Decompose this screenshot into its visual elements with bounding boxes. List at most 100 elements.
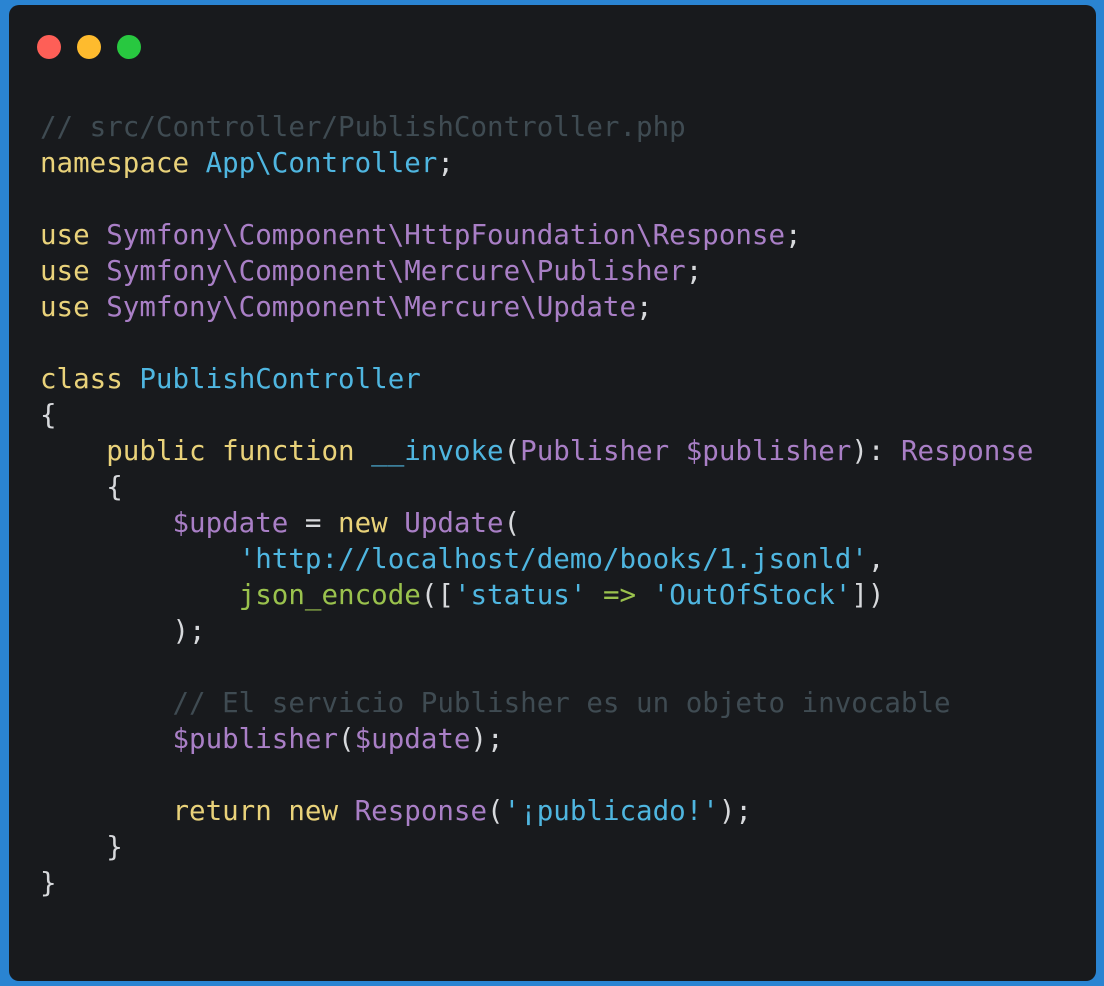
code-token: '¡publicado!' <box>503 795 719 827</box>
code-block: // src/Controller/PublishController.php n… <box>40 109 1033 901</box>
close-button[interactable] <box>37 35 61 59</box>
code-token: $update <box>354 723 471 755</box>
code-token: use <box>40 219 90 251</box>
code-token: { <box>40 399 57 431</box>
code-token: ; <box>685 255 703 287</box>
code-token: function <box>222 435 355 467</box>
code-token: Publisher <box>520 435 670 467</box>
code-line: ); <box>40 613 1033 649</box>
code-line: class PublishController <box>40 361 1033 397</box>
code-token: ): <box>851 435 901 467</box>
minimize-button[interactable] <box>77 35 101 59</box>
code-line: { <box>40 397 1033 433</box>
code-line: { <box>40 469 1033 505</box>
code-token: use <box>40 291 90 323</box>
code-token: , <box>867 543 885 575</box>
code-token: $publisher <box>172 723 339 755</box>
code-token: App\Controller <box>205 147 438 179</box>
code-token: __invoke <box>371 435 504 467</box>
code-token: ( <box>503 435 521 467</box>
code-token: ([ <box>420 579 454 611</box>
code-line: namespace App\Controller; <box>40 145 1033 181</box>
code-token: new <box>288 795 339 827</box>
code-token: ); <box>470 723 504 755</box>
code-line: } <box>40 829 1033 865</box>
code-token: json_encode <box>238 579 421 611</box>
code-line: public function __invoke(Publisher $publ… <box>40 433 1033 469</box>
code-token: public <box>106 435 206 467</box>
code-token: namespace <box>40 147 190 179</box>
code-token: ; <box>636 291 653 323</box>
code-token: // src/Controller/PublishController.php <box>40 111 686 143</box>
code-token: } <box>40 831 123 863</box>
code-token: => <box>602 579 637 611</box>
code-token: Response <box>901 435 1034 467</box>
code-line: use Symfony\Component\Mercure\Update; <box>40 289 1033 325</box>
code-line: return new Response('¡publicado!'); <box>40 793 1033 829</box>
code-token: 'http://localhost/demo/books/1.jsonld' <box>238 543 868 575</box>
code-token: Symfony\Component\Mercure\Publisher <box>106 255 686 287</box>
code-token: Response <box>354 795 488 827</box>
code-token: Symfony\Component\HttpFoundation\Respons… <box>106 219 786 251</box>
code-line: use Symfony\Component\HttpFoundation\Res… <box>40 217 1033 253</box>
code-token: } <box>40 867 57 899</box>
code-token: ; <box>785 219 802 251</box>
code-token: Symfony\Component\Mercure\Update <box>106 291 637 323</box>
code-token: = <box>288 507 339 539</box>
code-line: json_encode(['status' => 'OutOfStock']) <box>40 577 1033 613</box>
code-line: } <box>40 865 1033 901</box>
code-token: 'status' <box>453 579 587 611</box>
code-token: use <box>40 255 90 287</box>
code-token: ]) <box>851 579 885 611</box>
code-token: Update <box>404 507 504 539</box>
code-token: { <box>40 471 123 503</box>
code-token: ( <box>338 723 355 755</box>
code-token: PublishController <box>139 363 421 395</box>
code-line: 'http://localhost/demo/books/1.jsonld', <box>40 541 1033 577</box>
code-token: ); <box>40 615 206 647</box>
code-token: ; <box>437 147 454 179</box>
code-token: return <box>172 795 272 827</box>
code-token: // El servicio Publisher es un objeto in… <box>172 687 951 719</box>
code-token: 'OutOfStock' <box>652 579 852 611</box>
code-line: $update = new Update( <box>40 505 1033 541</box>
window-controls <box>37 35 141 59</box>
code-line: $publisher($update); <box>40 721 1033 757</box>
code-token: $update <box>172 507 289 539</box>
code-token: ); <box>718 795 752 827</box>
zoom-button[interactable] <box>117 35 141 59</box>
code-token: ( <box>487 795 504 827</box>
code-token: $publisher <box>685 435 852 467</box>
code-line: // El servicio Publisher es un objeto in… <box>40 685 1033 721</box>
code-token: class <box>40 363 123 395</box>
code-line: // src/Controller/PublishController.php <box>40 109 1033 145</box>
code-window: // src/Controller/PublishController.php n… <box>9 5 1096 981</box>
code-line: use Symfony\Component\Mercure\Publisher; <box>40 253 1033 289</box>
code-token: ( <box>503 507 521 539</box>
code-token: new <box>338 507 388 539</box>
